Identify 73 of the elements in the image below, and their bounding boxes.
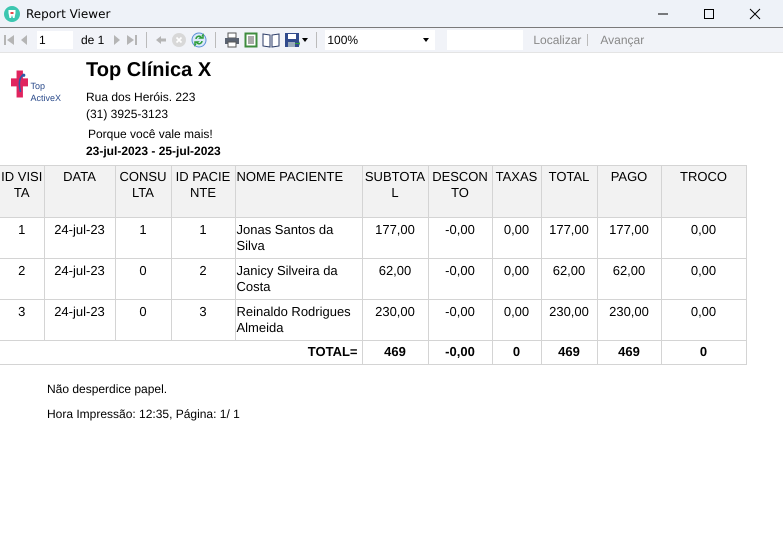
table-cell: 24-jul-23 (44, 300, 115, 340)
table-cell: 0,00 (661, 218, 746, 258)
table-cell: -0,00 (428, 258, 492, 300)
page-icon[interactable] (244, 32, 258, 48)
table-cell: Janicy Silveira da Costa (235, 258, 362, 300)
window-title: Report Viewer (26, 6, 110, 20)
table-cell: -0,00 (428, 218, 492, 258)
page-count: de 1 (81, 33, 104, 47)
table-cell: 1 (115, 218, 171, 258)
table-cell: 177,00 (541, 218, 597, 258)
table-cell: 230,00 (541, 300, 597, 340)
maximize-icon[interactable] (703, 8, 715, 20)
table-cell: 0,00 (661, 300, 746, 340)
table-cell: 0 (115, 258, 171, 300)
table-cell: 24-jul-23 (44, 258, 115, 300)
table-cell: 0,00 (492, 258, 541, 300)
page-number-field[interactable]: 1 (37, 31, 73, 49)
address-text: Rua dos Heróis. 223 (86, 89, 196, 106)
total-cell: 0 (661, 340, 746, 364)
table-cell: 177,00 (597, 218, 661, 258)
footer-text: Hora Impressão: 12:35, Página: 1/ 1 (47, 406, 241, 423)
column-header: DATA (44, 166, 115, 218)
column-header: ID PACIENTE (171, 166, 235, 218)
table-cell: Reinaldo Rodrigues Almeida (235, 300, 362, 340)
table-cell: 0 (115, 300, 171, 340)
close-icon[interactable] (749, 8, 761, 20)
table-cell: 62,00 (541, 258, 597, 300)
column-header: SUBTOTAL (362, 166, 428, 218)
printer-icon[interactable] (224, 32, 240, 48)
table-cell: 0,00 (492, 218, 541, 258)
table-cell: 3 (0, 300, 44, 340)
refresh-icon[interactable] (191, 32, 208, 48)
column-header: TROCO (661, 166, 746, 218)
caret-icon (302, 38, 308, 42)
table-cell: -0,00 (428, 300, 492, 340)
column-header: TAXAS (492, 166, 541, 218)
total-cell: 469 (362, 340, 428, 364)
total-cell: 469 (597, 340, 661, 364)
phone-text: (31) 3925-3123 (86, 106, 170, 123)
total-label: TOTAL= (0, 340, 362, 364)
table-cell: 2 (171, 258, 235, 300)
table-cell: 62,00 (597, 258, 661, 300)
table-cell: 230,00 (597, 300, 661, 340)
tooth-icon (4, 6, 20, 22)
column-header: ID VISITA (0, 166, 44, 218)
table-cell: 3 (171, 300, 235, 340)
table-cell: 2 (0, 258, 44, 300)
zoom-dropdown[interactable]: 100% (325, 30, 436, 50)
table-cell: 1 (0, 218, 44, 258)
table-cell: 0,00 (661, 258, 746, 300)
column-header: TOTAL (541, 166, 597, 218)
slogan-text: Porque você vale mais! (88, 126, 214, 143)
column-header: CONSULTA (115, 166, 171, 218)
column-header: PAGO (597, 166, 661, 218)
total-cell: -0,00 (428, 340, 492, 364)
table-cell: 177,00 (362, 218, 428, 258)
total-cell: 0 (492, 340, 541, 364)
footer-text: Não desperdice papel. (47, 381, 168, 398)
column-header: NOME PACIENTE (235, 166, 362, 218)
table-cell: 1 (171, 218, 235, 258)
table-cell: 230,00 (362, 300, 428, 340)
table-cell: 62,00 (362, 258, 428, 300)
table-cell: Jonas Santos da Silva (235, 218, 362, 258)
caret-icon (423, 38, 430, 42)
open-book-icon[interactable] (262, 32, 280, 48)
date-range: 23-jul-2023 - 25-jul-2023 (86, 143, 221, 160)
save-dropdown-button[interactable] (284, 32, 308, 48)
table-cell: 0,00 (492, 300, 541, 340)
column-header: DESCONTO (428, 166, 492, 218)
report-title: Top Clínica X (86, 59, 212, 82)
total-cell: 469 (541, 340, 597, 364)
clinic-logo: Top ActiveX (11, 67, 61, 111)
table-cell: 24-jul-23 (44, 218, 115, 258)
